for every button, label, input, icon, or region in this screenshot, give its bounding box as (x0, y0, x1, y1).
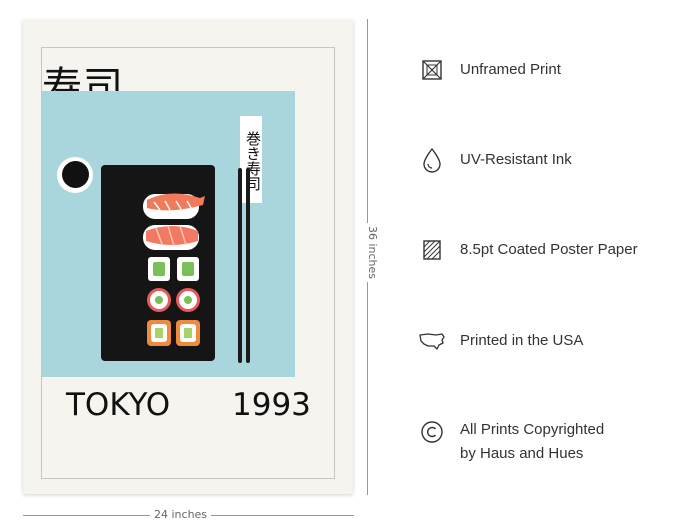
feature-label: All Prints Copyrighted by Haus and Hues (460, 418, 604, 466)
feature-label: Unframed Print (460, 61, 561, 78)
feature-label: Printed in the USA (460, 332, 584, 349)
chopstick-right (246, 168, 250, 363)
paper-icon (418, 236, 446, 264)
california-roll-row (147, 320, 200, 346)
feature-label: UV-Resistant Ink (460, 151, 572, 168)
height-dimension-label: 36 inches (366, 222, 380, 283)
feature-unframed: Unframed Print (418, 56, 561, 84)
shrimp-nigiri (143, 193, 205, 219)
salmon-maki-row (147, 288, 200, 312)
feature-label-line1: All Prints Copyrighted (460, 421, 605, 438)
feature-copyright: All Prints Copyrighted by Haus and Hues (418, 418, 604, 466)
droplet-icon (418, 146, 446, 174)
feature-label: 8.5pt Coated Poster Paper (460, 241, 638, 258)
poster-year: 1993 (232, 387, 311, 423)
feature-paper: 8.5pt Coated Poster Paper (418, 236, 638, 264)
salmon-nigiri (143, 225, 199, 250)
chopstick-left (238, 168, 242, 363)
copyright-icon (418, 418, 446, 446)
poster-city: TOKYO (66, 387, 171, 423)
feature-uv-ink: UV-Resistant Ink (418, 146, 572, 174)
feature-label-line2: by Haus and Hues (460, 445, 584, 462)
unframed-icon (418, 56, 446, 84)
width-dimension-label: 24 inches (150, 508, 212, 521)
cucumber-maki-row (148, 257, 199, 281)
feature-made-in-usa: Printed in the USA (418, 327, 583, 355)
usa-map-icon (418, 327, 446, 355)
